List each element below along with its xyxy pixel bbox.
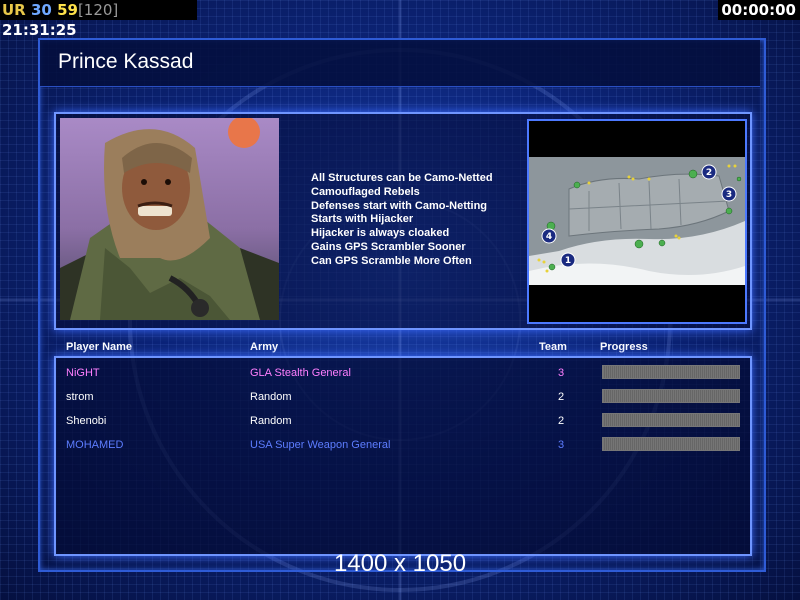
start-1: 1: [565, 256, 571, 266]
player-army: Random: [250, 415, 292, 427]
player-name: strom: [66, 391, 94, 403]
player-row: MOHAMED USA Super Weapon General 3: [66, 437, 746, 453]
player-army: Random: [250, 391, 292, 403]
start-4: 4: [546, 232, 552, 242]
general-name: Prince Kassad: [58, 50, 194, 73]
hud-value: 59: [57, 1, 78, 19]
hud-stats: UR 30 59[120] 21:31:25: [0, 0, 197, 39]
header-player-name: Player Name: [66, 341, 133, 353]
hud-bracket: [120]: [77, 1, 119, 19]
start-2: 2: [706, 168, 712, 178]
player-team: 2: [558, 415, 565, 427]
trait-4: Starts with Hijacker: [311, 213, 414, 226]
player-army: GLA Stealth General: [250, 367, 351, 379]
trait-2: Camouflaged Rebels: [311, 185, 420, 198]
player-row: strom Random 2: [66, 389, 746, 405]
progress-bar: [602, 389, 740, 403]
header-team: Team: [539, 341, 567, 353]
player-army: USA Super Weapon General: [250, 439, 391, 451]
player-team: 3: [558, 367, 565, 379]
trait-1: All Structures can be Camo-Netted: [311, 172, 493, 184]
general-traits: All Structures can be Camo-Netted Camouf…: [311, 172, 493, 269]
start-3: 3: [726, 190, 732, 200]
trait-7: Can GPS Scramble More Often: [311, 254, 472, 267]
resolution-label: 1400 x 1050: [333, 550, 467, 577]
player-team: 3: [558, 439, 565, 451]
player-team: 2: [558, 391, 565, 403]
header-progress: Progress: [600, 341, 648, 353]
trait-5: Hijacker is always cloaked: [311, 227, 450, 240]
progress-bar: [602, 365, 740, 379]
hud-timer: 00:00:00: [718, 0, 800, 20]
trait-6: Gains GPS Scrambler Sooner: [311, 240, 466, 253]
progress-bar: [602, 437, 740, 451]
hud-clock: 21:31:25: [2, 21, 77, 39]
player-row: Shenobi Random 2: [66, 413, 746, 429]
trait-3: Defenses start with Camo-Netting: [311, 199, 488, 212]
map-preview: 1 2 3 4: [527, 119, 747, 324]
hud-fps: 30: [30, 1, 52, 19]
player-row: NiGHT GLA Stealth General 3: [66, 365, 746, 381]
progress-bar: [602, 413, 740, 427]
hud-ur: UR: [2, 1, 26, 19]
player-name: NiGHT: [66, 367, 100, 379]
header-army: Army: [250, 341, 279, 353]
player-name: Shenobi: [66, 415, 107, 427]
players-panel: [54, 356, 752, 556]
general-portrait: [60, 118, 279, 320]
player-name: MOHAMED: [66, 439, 124, 451]
